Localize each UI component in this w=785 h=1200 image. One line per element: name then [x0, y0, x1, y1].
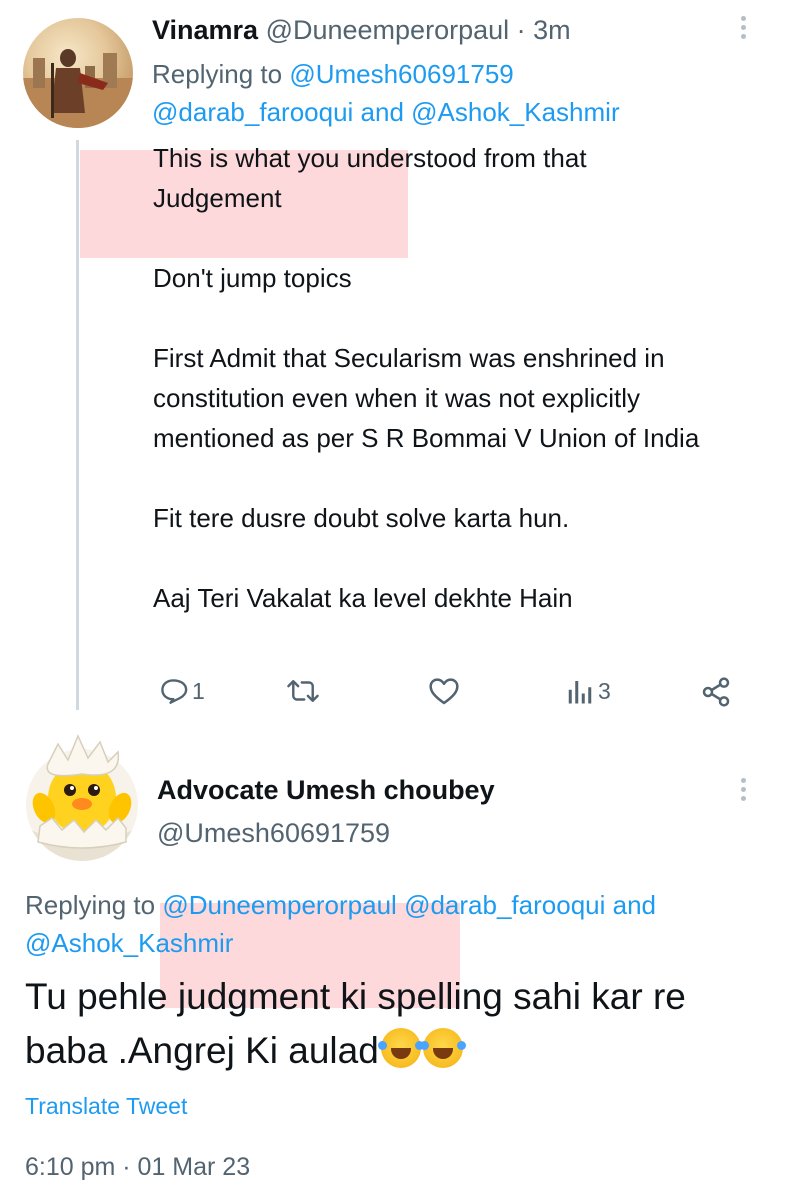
retweet-icon — [287, 680, 319, 702]
tweet1-handle[interactable]: @Duneemperorpaul — [266, 15, 510, 45]
reply-button[interactable]: 1 — [158, 676, 205, 706]
tweet1-header: Vinamra @Duneemperorpaul · 3m — [152, 12, 571, 48]
like-button[interactable] — [428, 676, 464, 706]
reply-icon — [161, 679, 188, 704]
mention-link[interactable]: @Umesh60691759 — [289, 59, 513, 89]
tweet1-display-name[interactable]: Vinamra — [152, 15, 258, 45]
tweet1-replying-to: Replying to @Umesh60691759 @darab_farooq… — [152, 55, 732, 131]
tweet2-replying-to: Replying to @Duneemperorpaul @darab_faro… — [25, 886, 765, 962]
tweet2-timestamp[interactable]: 6:10 pm · 01 Mar 23 — [25, 1153, 250, 1182]
mention-link[interactable]: @darab_farooqui — [404, 890, 605, 920]
thread-line — [76, 140, 79, 710]
author-avatar-umesh[interactable] — [22, 730, 138, 865]
tweet1-time[interactable]: · 3m — [509, 15, 571, 45]
like-icon — [429, 678, 459, 705]
mention-link[interactable]: @darab_farooqui — [152, 97, 353, 127]
views-count: 3 — [598, 677, 611, 704]
mention-link[interactable]: @Ashok_Kashmir — [411, 97, 619, 127]
tweet1-paragraph: Fit tere dusre doubt solve karta hun. — [153, 503, 570, 533]
avatar-artwork — [23, 49, 133, 128]
tweet2-body: Tu pehle judgment ki spelling sahi kar r… — [25, 970, 775, 1078]
reply-count: 1 — [192, 677, 205, 704]
replying-and-text: and — [353, 97, 412, 127]
tweet1-paragraph: Aaj Teri Vakalat ka level dekhte Hain — [153, 583, 573, 613]
tweet1-more-icon[interactable] — [738, 16, 750, 43]
tweet1-action-bar: 1 3 — [0, 670, 785, 720]
translate-tweet-link[interactable]: Translate Tweet — [25, 1093, 187, 1120]
share-button[interactable] — [700, 676, 732, 708]
rolling-laughing-emoji — [419, 1028, 466, 1068]
replying-and-text: and — [605, 890, 656, 920]
tweet1-paragraph: First Admit that Secularism was enshrine… — [153, 343, 700, 453]
avatar-chick-illustration — [26, 734, 138, 861]
tweet2-display-name[interactable]: Advocate Umesh choubey — [157, 773, 495, 807]
tweet1-paragraph: Don't jump topics — [153, 263, 352, 293]
retweet-button[interactable] — [286, 676, 324, 706]
author-avatar-vinamra[interactable] — [23, 18, 133, 128]
tweet2-more-icon[interactable] — [738, 778, 750, 805]
mention-link[interactable]: @Duneemperorpaul — [162, 890, 397, 920]
tweet2-handle[interactable]: @Umesh60691759 — [157, 815, 390, 851]
tweet1-body: This is what you understood from that Ju… — [153, 138, 763, 618]
replying-to-label: Replying to — [25, 890, 163, 920]
mention-link[interactable]: @Ashok_Kashmir — [25, 928, 233, 958]
share-icon — [702, 677, 730, 707]
tweet1-paragraph: This is what you understood from that Ju… — [153, 143, 587, 213]
tweet2-text: Tu pehle judgment ki spelling sahi kar r… — [25, 976, 686, 1071]
views-icon — [568, 681, 592, 704]
views-button[interactable]: 3 — [566, 676, 611, 706]
replying-to-label: Replying to — [152, 59, 290, 89]
rolling-laughing-emoji — [377, 1028, 424, 1068]
